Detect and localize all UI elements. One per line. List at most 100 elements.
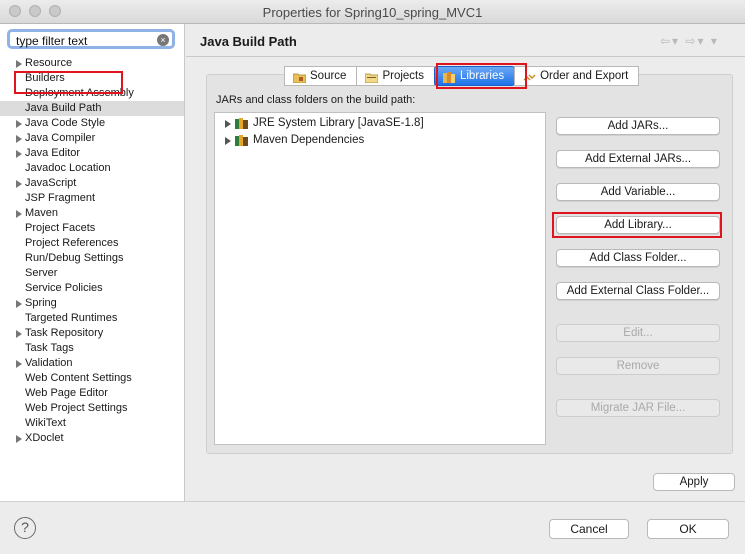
tree-item-label: Resource [25,57,73,69]
dialog-footer: ? Cancel OK [0,501,745,554]
tree-item-label: Javadoc Location [25,162,111,174]
expand-arrow-icon[interactable] [16,120,22,128]
tree-item-spring[interactable]: Spring [0,296,184,311]
tab-label: Order and Export [540,70,629,82]
main-panel: Java Build Path ⇦▾ ⇨▾ ▾ Source Projects Li… [186,24,745,501]
library-entry-label: Maven Dependencies [253,134,365,146]
help-icon[interactable]: ? [14,517,36,539]
add-variable-button[interactable]: Add Variable... [556,183,720,201]
tree-item-label: Java Editor [25,147,81,159]
tree-item-label: JSP Fragment [25,192,96,204]
remove-button[interactable]: Remove [556,357,720,375]
tree-item-label: WikiText [25,417,66,429]
tree-item-label: Service Policies [25,282,103,294]
expand-arrow-icon[interactable] [16,330,22,338]
window-title: Properties for Spring10_spring_MVC1 [262,5,483,20]
tree-item-javadoc-location[interactable]: Javadoc Location [0,161,184,176]
expand-arrow-icon[interactable] [16,435,22,443]
tab-order-and-export[interactable]: Order and Export [514,66,640,86]
tree-item-resource[interactable]: Resource [0,56,184,71]
tree-item-web-project-settings[interactable]: Web Project Settings [0,401,184,416]
tree-item-project-references[interactable]: Project References [0,236,184,251]
library-entry[interactable]: Maven Dependencies [215,132,545,149]
title-separator [186,56,745,57]
tree-item-label: Java Code Style [25,117,106,129]
tree-item-java-compiler[interactable]: Java Compiler [0,131,184,146]
tree-item-project-facets[interactable]: Project Facets [0,221,184,236]
tree-item-label: Java Build Path [25,102,102,114]
tree-item-run-debug-settings[interactable]: Run/Debug Settings [0,251,184,266]
forward-arrow-icon[interactable]: ⇨▾ [685,34,705,48]
projects-icon [365,71,379,83]
library-entry-label: JRE System Library [JavaSE-1.8] [253,117,424,129]
expand-arrow-icon[interactable] [16,60,22,68]
highlight-java-build-path [14,71,123,94]
tree-item-label: Java Compiler [25,132,96,144]
tree-item-label: Spring [25,297,57,309]
tree-item-java-editor[interactable]: Java Editor [0,146,184,161]
tree-item-javascript[interactable]: JavaScript [0,176,184,191]
expand-arrow-icon[interactable] [16,135,22,143]
tab-projects[interactable]: Projects [356,66,435,86]
tab-source[interactable]: Source [284,66,358,86]
tree-item-jsp-fragment[interactable]: JSP Fragment [0,191,184,206]
tree-item-label: Project References [25,237,119,249]
tree-item-xdoclet[interactable]: XDoclet [0,431,184,446]
page-title: Java Build Path [200,34,297,49]
tree-item-label: Web Page Editor [25,387,108,399]
tree-item-java-build-path[interactable]: Java Build Path [0,101,184,116]
title-bar: Properties for Spring10_spring_MVC1 [0,0,745,24]
tree-item-label: Project Facets [25,222,96,234]
highlight-add-library [552,212,722,238]
tree-item-web-content-settings[interactable]: Web Content Settings [0,371,184,386]
ok-button[interactable]: OK [647,519,729,539]
add-external-class-folder-button[interactable]: Add External Class Folder... [556,282,720,300]
expand-arrow-icon[interactable] [225,120,231,128]
highlight-libraries-tab [436,63,527,89]
filter-input[interactable]: type filter text × [7,29,175,49]
back-arrow-icon[interactable]: ⇦▾ [660,34,680,48]
tree-item-label: Web Project Settings [25,402,128,414]
expand-arrow-icon[interactable] [16,360,22,368]
tree-item-server[interactable]: Server [0,266,184,281]
tree-item-label: Run/Debug Settings [25,252,124,264]
tree-item-java-code-style[interactable]: Java Code Style [0,116,184,131]
tree-item-web-page-editor[interactable]: Web Page Editor [0,386,184,401]
cancel-button[interactable]: Cancel [549,519,629,539]
property-tree: Resource Builders Deployment Assembly Java … [0,56,184,446]
tree-item-label: XDoclet [25,432,64,444]
tree-item-label: JavaScript [25,177,77,189]
filter-input-text: type filter text [16,34,88,48]
clear-filter-icon[interactable]: × [157,34,169,46]
expand-arrow-icon[interactable] [16,210,22,218]
libraries-list[interactable]: JRE System Library [JavaSE-1.8] Maven Dep… [214,112,546,445]
tree-item-service-policies[interactable]: Service Policies [0,281,184,296]
expand-arrow-icon[interactable] [16,150,22,158]
apply-button[interactable]: Apply [653,473,735,491]
edit-button[interactable]: Edit... [556,324,720,342]
add-jars-button[interactable]: Add JARs... [556,117,720,135]
view-menu-icon[interactable]: ▾ [711,34,719,48]
properties-sidebar: type filter text × Resource Builders Deplo… [0,24,185,501]
library-icon [235,118,249,129]
tree-item-wikitext[interactable]: WikiText [0,416,184,431]
tree-item-task-repository[interactable]: Task Repository [0,326,184,341]
source-folder-icon [292,71,307,83]
tab-label: Source [310,70,347,82]
add-external-jars-button[interactable]: Add External JARs... [556,150,720,168]
tree-item-task-tags[interactable]: Task Tags [0,341,184,356]
tree-item-label: Maven [25,207,59,219]
expand-arrow-icon[interactable] [16,300,22,308]
migrate-jar-button[interactable]: Migrate JAR File... [556,399,720,417]
tree-item-maven[interactable]: Maven [0,206,184,221]
tree-item-label: Web Content Settings [25,372,132,384]
libraries-label: JARs and class folders on the build path… [216,94,416,106]
expand-arrow-icon[interactable] [225,137,231,145]
history-nav[interactable]: ⇦▾ ⇨▾ ▾ [660,34,719,48]
tree-item-label: Targeted Runtimes [25,312,118,324]
add-class-folder-button[interactable]: Add Class Folder... [556,249,720,267]
expand-arrow-icon[interactable] [16,180,22,188]
library-entry[interactable]: JRE System Library [JavaSE-1.8] [215,115,545,132]
tree-item-validation[interactable]: Validation [0,356,184,371]
tree-item-targeted-runtimes[interactable]: Targeted Runtimes [0,311,184,326]
